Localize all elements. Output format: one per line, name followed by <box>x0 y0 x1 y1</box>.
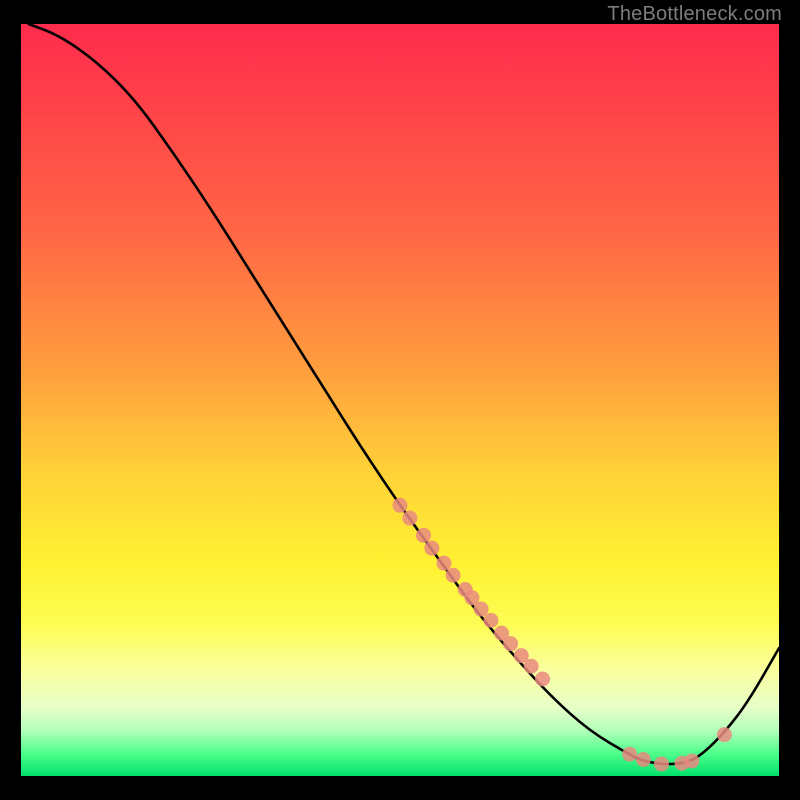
highlight-points <box>393 498 732 772</box>
highlight-point <box>717 727 732 742</box>
highlight-point <box>503 636 518 651</box>
highlight-point <box>446 568 461 583</box>
highlight-point <box>483 613 498 628</box>
curve-layer <box>21 24 779 776</box>
highlight-point <box>402 511 417 526</box>
bottleneck-curve <box>29 24 779 764</box>
highlight-point <box>524 659 539 674</box>
highlight-point <box>684 753 699 768</box>
highlight-point <box>416 528 431 543</box>
highlight-point <box>654 756 669 771</box>
highlight-point <box>436 556 451 571</box>
highlight-point <box>474 602 489 617</box>
watermark-text: TheBottleneck.com <box>607 3 782 26</box>
highlight-point <box>535 671 550 686</box>
chart-stage: TheBottleneck.com <box>0 0 800 800</box>
highlight-point <box>393 498 408 513</box>
highlight-point <box>636 752 651 767</box>
highlight-point <box>622 747 637 762</box>
highlight-point <box>424 541 439 556</box>
plot-area <box>21 24 779 776</box>
